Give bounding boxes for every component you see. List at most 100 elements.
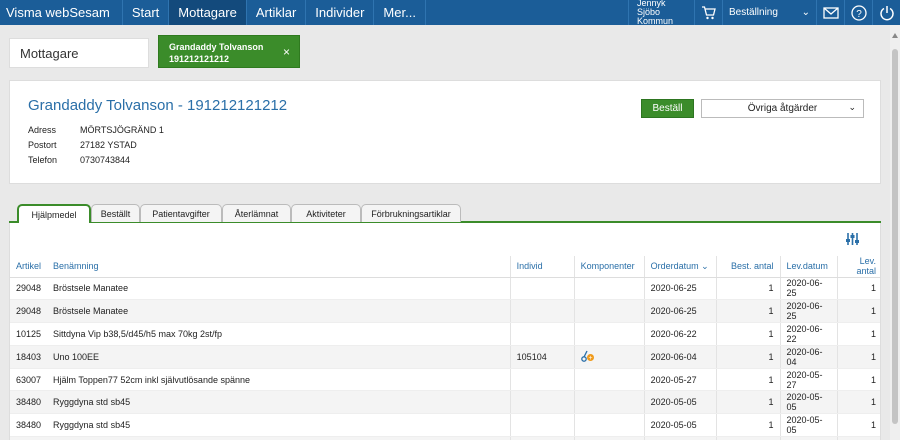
table-row[interactable]: 29048 Bröstsele Manatee 2020-06-25 1 2020-06… bbox=[10, 277, 880, 301]
page-scrollbar[interactable] bbox=[890, 25, 900, 440]
col-individ[interactable]: Individ bbox=[509, 256, 575, 278]
cell-benamning: Ryggdyna std sb45 bbox=[47, 413, 511, 438]
cell-lev-antal: 1 bbox=[837, 277, 880, 301]
scroll-thumb[interactable] bbox=[892, 49, 898, 424]
cell-benamning: Hjälm Toppen77 52cm inkl självutlösande … bbox=[47, 368, 511, 392]
table-row[interactable]: 29048 Bröstsele Manatee 2020-06-25 1 2020-06… bbox=[10, 299, 880, 324]
tab-hjalpmedel[interactable]: Hjälpmedel bbox=[17, 204, 91, 225]
cell-levdatum: 2020-05-05 bbox=[779, 413, 838, 438]
cell-lev-antal: 1 bbox=[837, 299, 880, 324]
cell-best-antal: 1 bbox=[715, 368, 780, 392]
cell-lev-antal: 1 bbox=[837, 345, 880, 369]
svg-text:+: + bbox=[588, 355, 592, 362]
svg-text:?: ? bbox=[856, 9, 862, 20]
nav-artiklar[interactable]: Artiklar bbox=[247, 0, 307, 25]
table-row[interactable]: 38480 Ryggdyna std sb45 2020-05-05 1 2020-05… bbox=[10, 413, 880, 438]
cell-orderdatum: 2020-05-05 bbox=[643, 413, 717, 438]
col-benamning[interactable]: Benämning bbox=[47, 256, 511, 278]
recipient-section-label: Mottagare bbox=[9, 38, 149, 68]
tab-bestallt[interactable]: Beställt bbox=[91, 204, 140, 222]
content-tabs: Hjälpmedel Beställt Patientavgifter Åter… bbox=[9, 204, 881, 225]
cell-individ: 105104 bbox=[509, 345, 575, 369]
chip-id: 191212121212 bbox=[169, 54, 230, 64]
nav-mer[interactable]: Mer... bbox=[374, 0, 426, 25]
cell-komponenter bbox=[573, 277, 645, 301]
column-settings-icon[interactable] bbox=[845, 232, 860, 249]
component-icon[interactable]: + bbox=[580, 350, 595, 364]
order-button[interactable]: Beställ bbox=[641, 99, 694, 118]
col-komponenter[interactable]: Komponenter bbox=[573, 256, 645, 278]
col-best-antal[interactable]: Best. antal bbox=[715, 256, 780, 278]
tab-aterlamnat[interactable]: Återlämnat bbox=[222, 204, 291, 222]
cell-orderdatum: 2020-05-27 bbox=[643, 368, 717, 392]
cell-komponenter bbox=[573, 322, 645, 346]
address-value: MÖRTSJÖGRÄND 1 bbox=[80, 125, 164, 135]
cell-lev-antal: 1 bbox=[837, 390, 880, 415]
cell-artikel: 10125 bbox=[10, 322, 48, 346]
cell-komponenter bbox=[573, 299, 645, 324]
col-artikel[interactable]: Artikel bbox=[10, 256, 48, 278]
cell-artikel: 29048 bbox=[10, 277, 48, 301]
tab-patientavgifter[interactable]: Patientavgifter bbox=[140, 204, 222, 222]
table-row[interactable] bbox=[10, 436, 880, 440]
nav-start[interactable]: Start bbox=[123, 0, 170, 25]
cell-best-antal: 1 bbox=[715, 277, 780, 301]
cell-orderdatum: 2020-06-25 bbox=[643, 299, 717, 324]
cell-komponenter bbox=[573, 368, 645, 392]
help-icon[interactable]: ? bbox=[844, 0, 872, 25]
col-orderdatum-label: Orderdatum bbox=[650, 260, 699, 271]
cell-benamning: Sittdyna Vip b38,5/d45/h5 max 70kg 2st/f… bbox=[47, 322, 511, 346]
tab-forbrukningsartiklar[interactable]: Förbrukningsartiklar bbox=[361, 204, 461, 222]
cell-individ bbox=[509, 322, 575, 346]
cell-artikel: 29048 bbox=[10, 299, 48, 324]
patient-title: Grandaddy Tolvanson - 191212121212 bbox=[28, 97, 288, 114]
cell-orderdatum: 2020-06-22 bbox=[643, 322, 717, 346]
cell-levdatum: 2020-06-22 bbox=[779, 322, 838, 346]
cell-lev-antal: 1 bbox=[837, 322, 880, 346]
chevron-down-icon: ⌄ bbox=[848, 102, 856, 112]
cell-levdatum: 2020-06-25 bbox=[779, 277, 838, 301]
cell-orderdatum bbox=[643, 436, 717, 440]
cell-individ bbox=[509, 368, 575, 392]
col-orderdatum[interactable]: Orderdatum ⌄ bbox=[643, 256, 717, 278]
cell-levdatum bbox=[779, 436, 838, 440]
phone-value: 0730743844 bbox=[80, 155, 131, 165]
aids-panel: Artikel Benämning Individ Komponenter Or… bbox=[9, 223, 881, 440]
cell-orderdatum: 2020-06-25 bbox=[643, 277, 717, 301]
table-row[interactable]: 38480 Ryggdyna std sb45 2020-05-05 1 2020-05… bbox=[10, 390, 880, 415]
other-actions-label: Övriga åtgärder bbox=[747, 103, 818, 114]
table-row[interactable]: 10125 Sittdyna Vip b38,5/d45/h5 max 70kg … bbox=[10, 322, 880, 346]
nav-mottagare[interactable]: Mottagare bbox=[169, 0, 247, 25]
table-header-row: Artikel Benämning Individ Komponenter Or… bbox=[10, 256, 880, 278]
chevron-down-icon: ⌄ bbox=[801, 7, 810, 18]
cell-individ bbox=[509, 277, 575, 301]
cell-orderdatum: 2020-05-05 bbox=[643, 390, 717, 415]
mail-icon[interactable] bbox=[816, 0, 844, 25]
table-row[interactable]: 18403 Uno 100EE 105104 +2020-06-04 1 2020-06-… bbox=[10, 345, 880, 369]
col-lev-antal[interactable]: Lev. antal bbox=[837, 256, 880, 278]
table-row[interactable]: 63007 Hjälm Toppen77 52cm inkl självutlös… bbox=[10, 368, 880, 392]
user-info[interactable]: Jennyk Sjöbo Kommun bbox=[628, 0, 694, 26]
cell-best-antal: 1 bbox=[715, 299, 780, 324]
cell-orderdatum: 2020-06-04 bbox=[643, 345, 717, 369]
cart-icon[interactable] bbox=[694, 0, 722, 25]
cell-best-antal: 1 bbox=[715, 413, 780, 438]
cell-levdatum: 2020-05-05 bbox=[779, 390, 838, 415]
close-icon[interactable]: × bbox=[283, 46, 290, 58]
cell-individ bbox=[509, 436, 575, 440]
cell-artikel: 18403 bbox=[10, 345, 48, 369]
power-icon[interactable] bbox=[872, 0, 900, 25]
selected-recipient-chip[interactable]: Grandaddy Tolvanson 191212121212 × bbox=[158, 35, 300, 68]
scroll-up-icon[interactable] bbox=[892, 33, 898, 38]
cell-benamning bbox=[47, 436, 511, 440]
cell-komponenter bbox=[573, 436, 645, 440]
order-select-label: Beställning bbox=[729, 7, 778, 18]
cell-benamning: Ryggdyna std sb45 bbox=[47, 390, 511, 415]
nav-individer[interactable]: Individer bbox=[306, 0, 375, 25]
order-select[interactable]: Beställning ⌄ bbox=[722, 0, 816, 25]
other-actions-dropdown[interactable]: Övriga åtgärder ⌄ bbox=[701, 99, 864, 118]
col-levdatum[interactable]: Lev.datum bbox=[779, 256, 838, 278]
app-brand[interactable]: Visma webSesam bbox=[0, 0, 123, 25]
tab-aktiviteter[interactable]: Aktiviteter bbox=[291, 204, 361, 222]
user-org: Sjöbo Kommun bbox=[637, 7, 674, 26]
